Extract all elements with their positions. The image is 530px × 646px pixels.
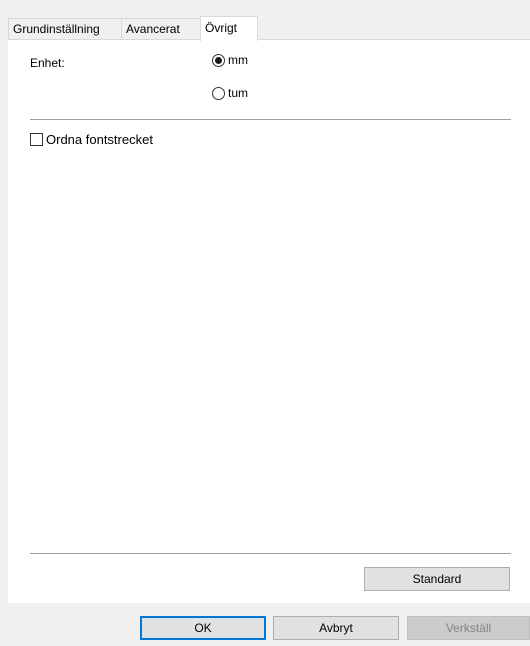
tab-strip: Grundinställning Avancerat Övrigt xyxy=(8,16,258,41)
checkbox-unchecked[interactable] xyxy=(30,133,43,146)
apply-button: Verkställ xyxy=(407,616,530,640)
ordna-fontstrecket-checkbox[interactable]: Ordna fontstrecket xyxy=(30,132,153,147)
cancel-button[interactable]: Avbryt xyxy=(273,616,399,640)
tab-label: Avancerat xyxy=(126,22,180,36)
unit-radio-tum[interactable]: tum xyxy=(212,86,248,100)
ok-button[interactable]: OK xyxy=(140,616,266,640)
tab-avancerat[interactable]: Avancerat xyxy=(121,18,201,40)
tab-label: Övrigt xyxy=(205,21,238,35)
divider xyxy=(30,119,511,120)
checkbox-label: Ordna fontstrecket xyxy=(46,132,153,147)
tab-panel: Enhet: mm tum Ordna fontstrecket Standar… xyxy=(8,39,530,603)
tab-label: Grundinställning xyxy=(13,22,100,36)
unit-radio-mm[interactable]: mm xyxy=(212,53,248,67)
radio-label: tum xyxy=(228,86,249,100)
unit-label: Enhet: xyxy=(30,56,65,70)
radio-button-checked[interactable] xyxy=(212,53,225,67)
divider xyxy=(30,553,511,554)
tab-ovrigt[interactable]: Övrigt xyxy=(200,16,258,41)
tab-grundinstallning[interactable]: Grundinställning xyxy=(8,18,122,40)
radio-button-unchecked[interactable] xyxy=(212,86,225,100)
standard-button[interactable]: Standard xyxy=(364,567,510,591)
radio-label: mm xyxy=(228,53,248,67)
